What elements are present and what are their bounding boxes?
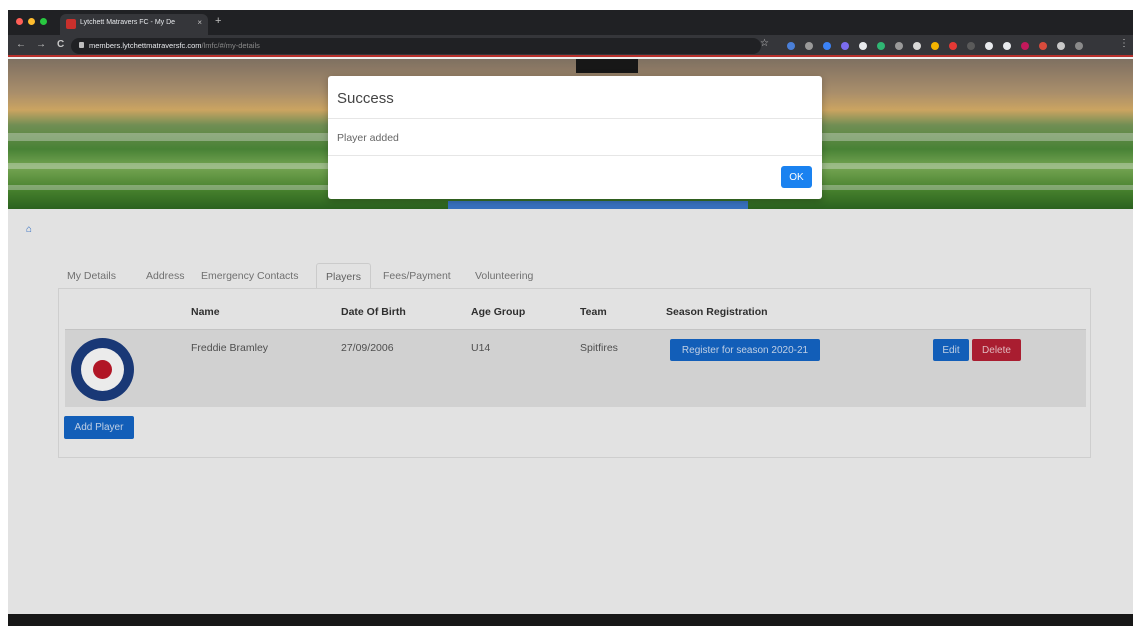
extension-icon[interactable] — [787, 42, 795, 50]
success-dialog: Success Player added OK — [328, 76, 822, 199]
extension-icon[interactable] — [841, 42, 849, 50]
new-tab-icon[interactable]: + — [215, 15, 221, 27]
url-text: members.lytchettmatraversfc.com/lmfc/#/m… — [89, 41, 260, 50]
browser-toolbar: ← → C members.lytchettmatraversfc.com/lm… — [8, 35, 1133, 57]
close-window-button[interactable] — [16, 18, 23, 25]
minimize-window-button[interactable] — [28, 18, 35, 25]
extension-icon[interactable] — [895, 42, 903, 50]
extension-icon[interactable] — [1039, 42, 1047, 50]
dialog-divider — [328, 118, 822, 119]
dialog-title: Success — [337, 90, 394, 107]
lock-icon — [79, 42, 84, 48]
tab-title: Lytchett Matravers FC - My De — [80, 19, 176, 26]
maximize-window-button[interactable] — [40, 18, 47, 25]
browser-tab-bar: Lytchett Matravers FC - My De × + — [8, 10, 1133, 35]
extension-icon[interactable] — [967, 42, 975, 50]
extension-icon[interactable] — [985, 42, 993, 50]
bookmark-star-icon[interactable]: ☆ — [760, 38, 769, 49]
address-bar[interactable]: members.lytchettmatraversfc.com/lmfc/#/m… — [71, 38, 761, 54]
extension-icon[interactable] — [877, 42, 885, 50]
extension-icon[interactable] — [805, 42, 813, 50]
ok-button[interactable]: OK — [781, 166, 812, 188]
forward-arrow-icon[interactable]: → — [36, 39, 46, 50]
browser-window: Lytchett Matravers FC - My De × + ← → C … — [8, 10, 1133, 626]
extension-icon[interactable] — [913, 42, 921, 50]
dialog-message: Player added — [337, 132, 399, 144]
reload-icon[interactable]: C — [57, 39, 64, 50]
club-favicon-icon — [66, 19, 76, 29]
puzzle-extensions-icon[interactable] — [1057, 42, 1065, 50]
extension-icon[interactable] — [1021, 42, 1029, 50]
extension-icon[interactable] — [823, 42, 831, 50]
profile-avatar-icon[interactable] — [1075, 42, 1083, 50]
browser-tab[interactable]: Lytchett Matravers FC - My De × — [60, 14, 208, 35]
extension-icon[interactable] — [931, 42, 939, 50]
tab-close-icon[interactable]: × — [197, 18, 202, 27]
extension-icon[interactable] — [949, 42, 957, 50]
dialog-divider — [328, 155, 822, 156]
extension-icon[interactable] — [859, 42, 867, 50]
back-arrow-icon[interactable]: ← — [16, 39, 26, 50]
extension-icon[interactable] — [1003, 42, 1011, 50]
browser-menu-icon[interactable]: ⋮ — [1119, 38, 1129, 49]
